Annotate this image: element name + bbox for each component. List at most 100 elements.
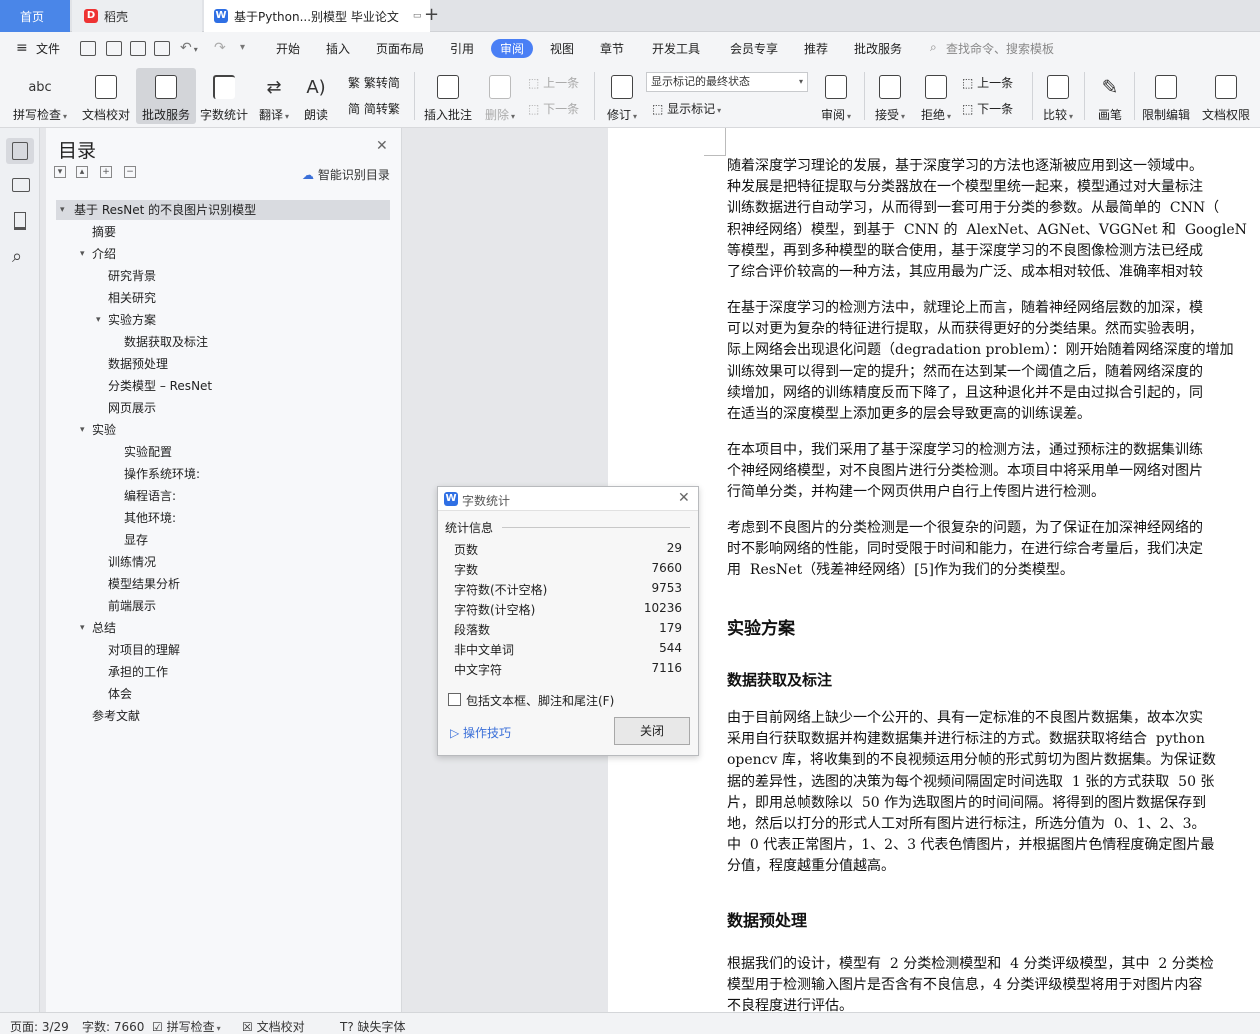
toc-item[interactable]: 对项目的理解 xyxy=(108,640,180,660)
review-pane-button[interactable]: 审阅 ▾ xyxy=(806,72,866,123)
toc-item[interactable]: 编程语言: xyxy=(124,486,176,506)
correction-service-button[interactable]: 批改服务 xyxy=(136,68,196,124)
pen-button[interactable]: ✎ 画笔 xyxy=(1080,72,1140,123)
paragraph[interactable]: 考虑到不良图片的分类检测是一个很复杂的问题，为了保证在加深神经网络的 时不影响网… xyxy=(727,518,1260,582)
toc-expand-icon[interactable]: ▾ xyxy=(80,618,85,638)
toc-expand-icon[interactable]: ▾ xyxy=(80,420,85,440)
dialog-titlebar[interactable]: W 字数统计 ✕ xyxy=(438,487,698,511)
export-pdf-icon[interactable] xyxy=(106,41,122,56)
add-heading-icon[interactable]: + xyxy=(100,166,112,178)
delete-comment-button[interactable]: 删除 ▾ xyxy=(470,72,530,123)
collapse-all-icon[interactable]: ▾ xyxy=(54,166,66,178)
tab-restore-icon[interactable]: ▭ xyxy=(413,11,422,21)
compare-button[interactable]: 比较 ▾ xyxy=(1028,72,1088,123)
print-icon[interactable] xyxy=(130,41,146,56)
toc-item[interactable]: 承担的工作 xyxy=(108,662,168,682)
save-icon[interactable] xyxy=(80,41,96,56)
toc-item[interactable]: 体会 xyxy=(108,684,132,704)
toc-item[interactable]: 操作系统环境: xyxy=(124,464,200,484)
redo-icon[interactable]: ↷ xyxy=(214,40,226,56)
include-textbox-checkbox[interactable] xyxy=(448,693,461,706)
close-icon[interactable]: ✕ xyxy=(376,138,388,154)
toc-item[interactable]: ▾ 实验方案 xyxy=(96,310,156,330)
prev-change-button[interactable]: ⬚ 上一条 xyxy=(962,74,1013,91)
toc-item[interactable]: 其他环境: xyxy=(124,508,176,528)
tab-docer[interactable]: D 稻壳 xyxy=(72,0,202,32)
menu-chapter[interactable]: 章节 xyxy=(600,40,624,57)
paragraph[interactable]: 随着深度学习理论的发展，基于深度学习的方法也逐渐被应用到这一领域中。 种发展是把… xyxy=(727,156,1260,283)
menu-view[interactable]: 视图 xyxy=(550,40,574,57)
paragraph[interactable]: 在基于深度学习的检测方法中，就理论上而言，随着神经网络层数的加深，模 可以对更为… xyxy=(727,298,1260,425)
spell-check-status[interactable]: ☑ 拼写检查 ▾ xyxy=(152,1018,221,1034)
insert-comment-button[interactable]: 插入批注 xyxy=(418,72,478,123)
read-aloud-button[interactable]: A) 朗读 xyxy=(286,72,346,123)
menu-recommend[interactable]: 推荐 xyxy=(804,40,828,57)
toc-expand-icon[interactable]: ▾ xyxy=(60,200,65,220)
prev-comment-button[interactable]: ⬚ 上一条 xyxy=(528,74,579,91)
toc-item[interactable]: ▾ 介绍 xyxy=(80,244,116,264)
toc-item[interactable]: 数据获取及标注 xyxy=(124,332,208,352)
menu-reference[interactable]: 引用 xyxy=(450,40,474,57)
toc-item[interactable]: 相关研究 xyxy=(108,288,156,308)
tab-document[interactable]: W 基于Python...别模型 毕业论文 ▭ xyxy=(204,0,430,32)
doc-permission-button[interactable]: 文档权限 xyxy=(1196,72,1256,123)
search-icon[interactable]: ⌕ xyxy=(12,246,22,267)
menu-review[interactable]: 审阅 xyxy=(491,39,534,58)
menu-devtools[interactable]: 开发工具 xyxy=(652,40,700,57)
doc-proof-status[interactable]: ☒ 文档校对 xyxy=(242,1018,305,1034)
toc-expand-icon[interactable]: ▾ xyxy=(96,310,101,330)
expand-all-icon[interactable]: ▴ xyxy=(76,166,88,178)
toc-item[interactable]: ▾ 基于 ResNet 的不良图片识别模型 xyxy=(56,200,390,220)
toc-item[interactable]: 实验配置 xyxy=(124,442,172,462)
next-comment-button[interactable]: ⬚ 下一条 xyxy=(528,100,579,117)
quick-more-icon[interactable]: ▾ xyxy=(240,42,245,53)
close-button[interactable]: 关闭 xyxy=(614,717,690,745)
page-indicator[interactable]: 页面: 3/29 xyxy=(10,1018,69,1034)
paragraph[interactable]: 在本项目中，我们采用了基于深度学习的检测方法，通过预标注的数据集训练 个神经网络… xyxy=(727,440,1260,504)
toc-item[interactable]: 数据预处理 xyxy=(108,354,168,374)
remove-heading-icon[interactable]: − xyxy=(124,166,136,178)
toc-item[interactable]: 前端展示 xyxy=(108,596,156,616)
menu-insert[interactable]: 插入 xyxy=(326,40,350,57)
toc-item[interactable]: ▾ 总结 xyxy=(80,618,116,638)
toc-panel-icon[interactable] xyxy=(12,142,28,160)
heading[interactable]: 数据获取及标注 xyxy=(727,669,832,690)
document-page[interactable]: 随着深度学习理论的发展，基于深度学习的方法也逐渐被应用到这一领域中。 种发展是把… xyxy=(608,128,1260,1012)
command-search-icon[interactable]: ⌕ xyxy=(930,40,937,55)
toc-item[interactable]: 分类模型 – ResNet xyxy=(108,376,212,396)
toc-item[interactable]: 显存 xyxy=(124,530,148,550)
bookmark-icon[interactable] xyxy=(14,212,26,230)
reject-button[interactable]: 拒绝 ▾ xyxy=(906,72,966,123)
missing-font-status[interactable]: T? 缺失字体 xyxy=(340,1018,406,1034)
print-preview-icon[interactable] xyxy=(154,41,170,56)
markup-state-select[interactable]: 显示标记的最终状态 ▾ xyxy=(646,72,808,92)
doc-proof-button[interactable]: 文档校对 xyxy=(76,72,136,123)
new-tab-icon[interactable]: + xyxy=(424,4,439,25)
close-icon[interactable]: ✕ xyxy=(678,490,690,506)
word-count-indicator[interactable]: 字数: 7660 xyxy=(82,1018,144,1034)
heading[interactable]: 实验方案 xyxy=(727,614,795,639)
track-changes-button[interactable]: 修订 ▾ xyxy=(592,72,652,123)
menu-start[interactable]: 开始 xyxy=(276,40,300,57)
menu-member[interactable]: 会员专享 xyxy=(730,40,778,57)
chapter-nav-icon[interactable] xyxy=(12,178,30,192)
command-search-input[interactable]: 查找命令、搜索模板 xyxy=(946,40,1054,57)
menu-file[interactable]: 文件 xyxy=(36,40,60,57)
menu-layout[interactable]: 页面布局 xyxy=(376,40,424,57)
hamburger-icon[interactable]: ≡ xyxy=(16,40,28,56)
simp-to-trad-button[interactable]: 简 简转繁 xyxy=(348,100,400,117)
tab-home[interactable]: 首页 xyxy=(0,0,70,32)
toc-expand-icon[interactable]: ▾ xyxy=(80,244,85,264)
undo-icon[interactable]: ↶ ▾ xyxy=(180,40,198,56)
restrict-edit-button[interactable]: 限制编辑 xyxy=(1136,72,1196,123)
smart-toc-button[interactable]: ☁ 智能识别目录 xyxy=(302,166,390,183)
toc-item[interactable]: ▾ 实验 xyxy=(80,420,116,440)
toc-item[interactable]: 训练情况 xyxy=(108,552,156,572)
toc-item[interactable]: 网页展示 xyxy=(108,398,156,418)
paragraph[interactable]: 根据我们的设计，模型有 2 分类检测模型和 4 分类评级模型，其中 2 分类检 … xyxy=(727,954,1260,1012)
toc-item[interactable]: 模型结果分析 xyxy=(108,574,180,594)
toc-item[interactable]: 摘要 xyxy=(92,222,116,242)
heading[interactable]: 数据预处理 xyxy=(727,907,807,931)
toc-item[interactable]: 参考文献 xyxy=(92,706,140,726)
menu-correction[interactable]: 批改服务 xyxy=(854,40,902,57)
